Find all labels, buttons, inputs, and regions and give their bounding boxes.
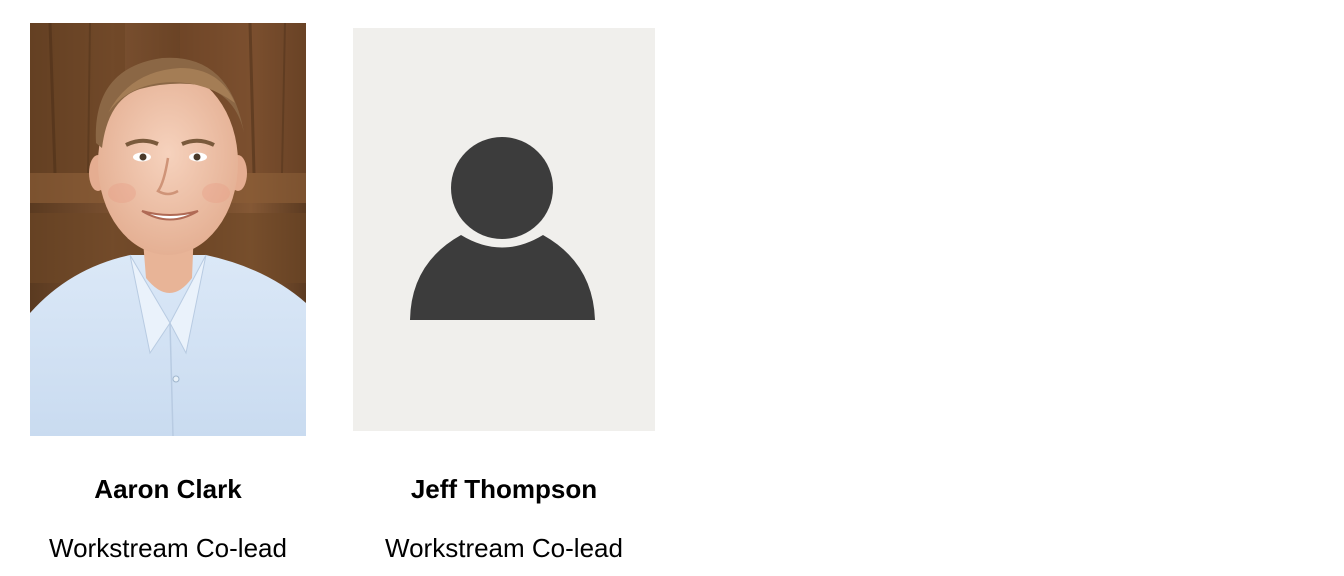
- member-role: Workstream Co-lead: [49, 533, 287, 563]
- member-photo-placeholder[interactable]: [353, 28, 655, 431]
- person-photo-icon: [30, 23, 306, 436]
- team-grid: Aaron Clark Workstream Co-lead Jeff Thom…: [0, 0, 1344, 576]
- member-photo[interactable]: [30, 23, 306, 436]
- default-avatar-icon: [410, 137, 595, 320]
- member-role: Workstream Co-lead: [385, 533, 623, 563]
- member-name[interactable]: Jeff Thompson: [313, 474, 695, 504]
- member-name[interactable]: Aaron Clark: [0, 474, 346, 504]
